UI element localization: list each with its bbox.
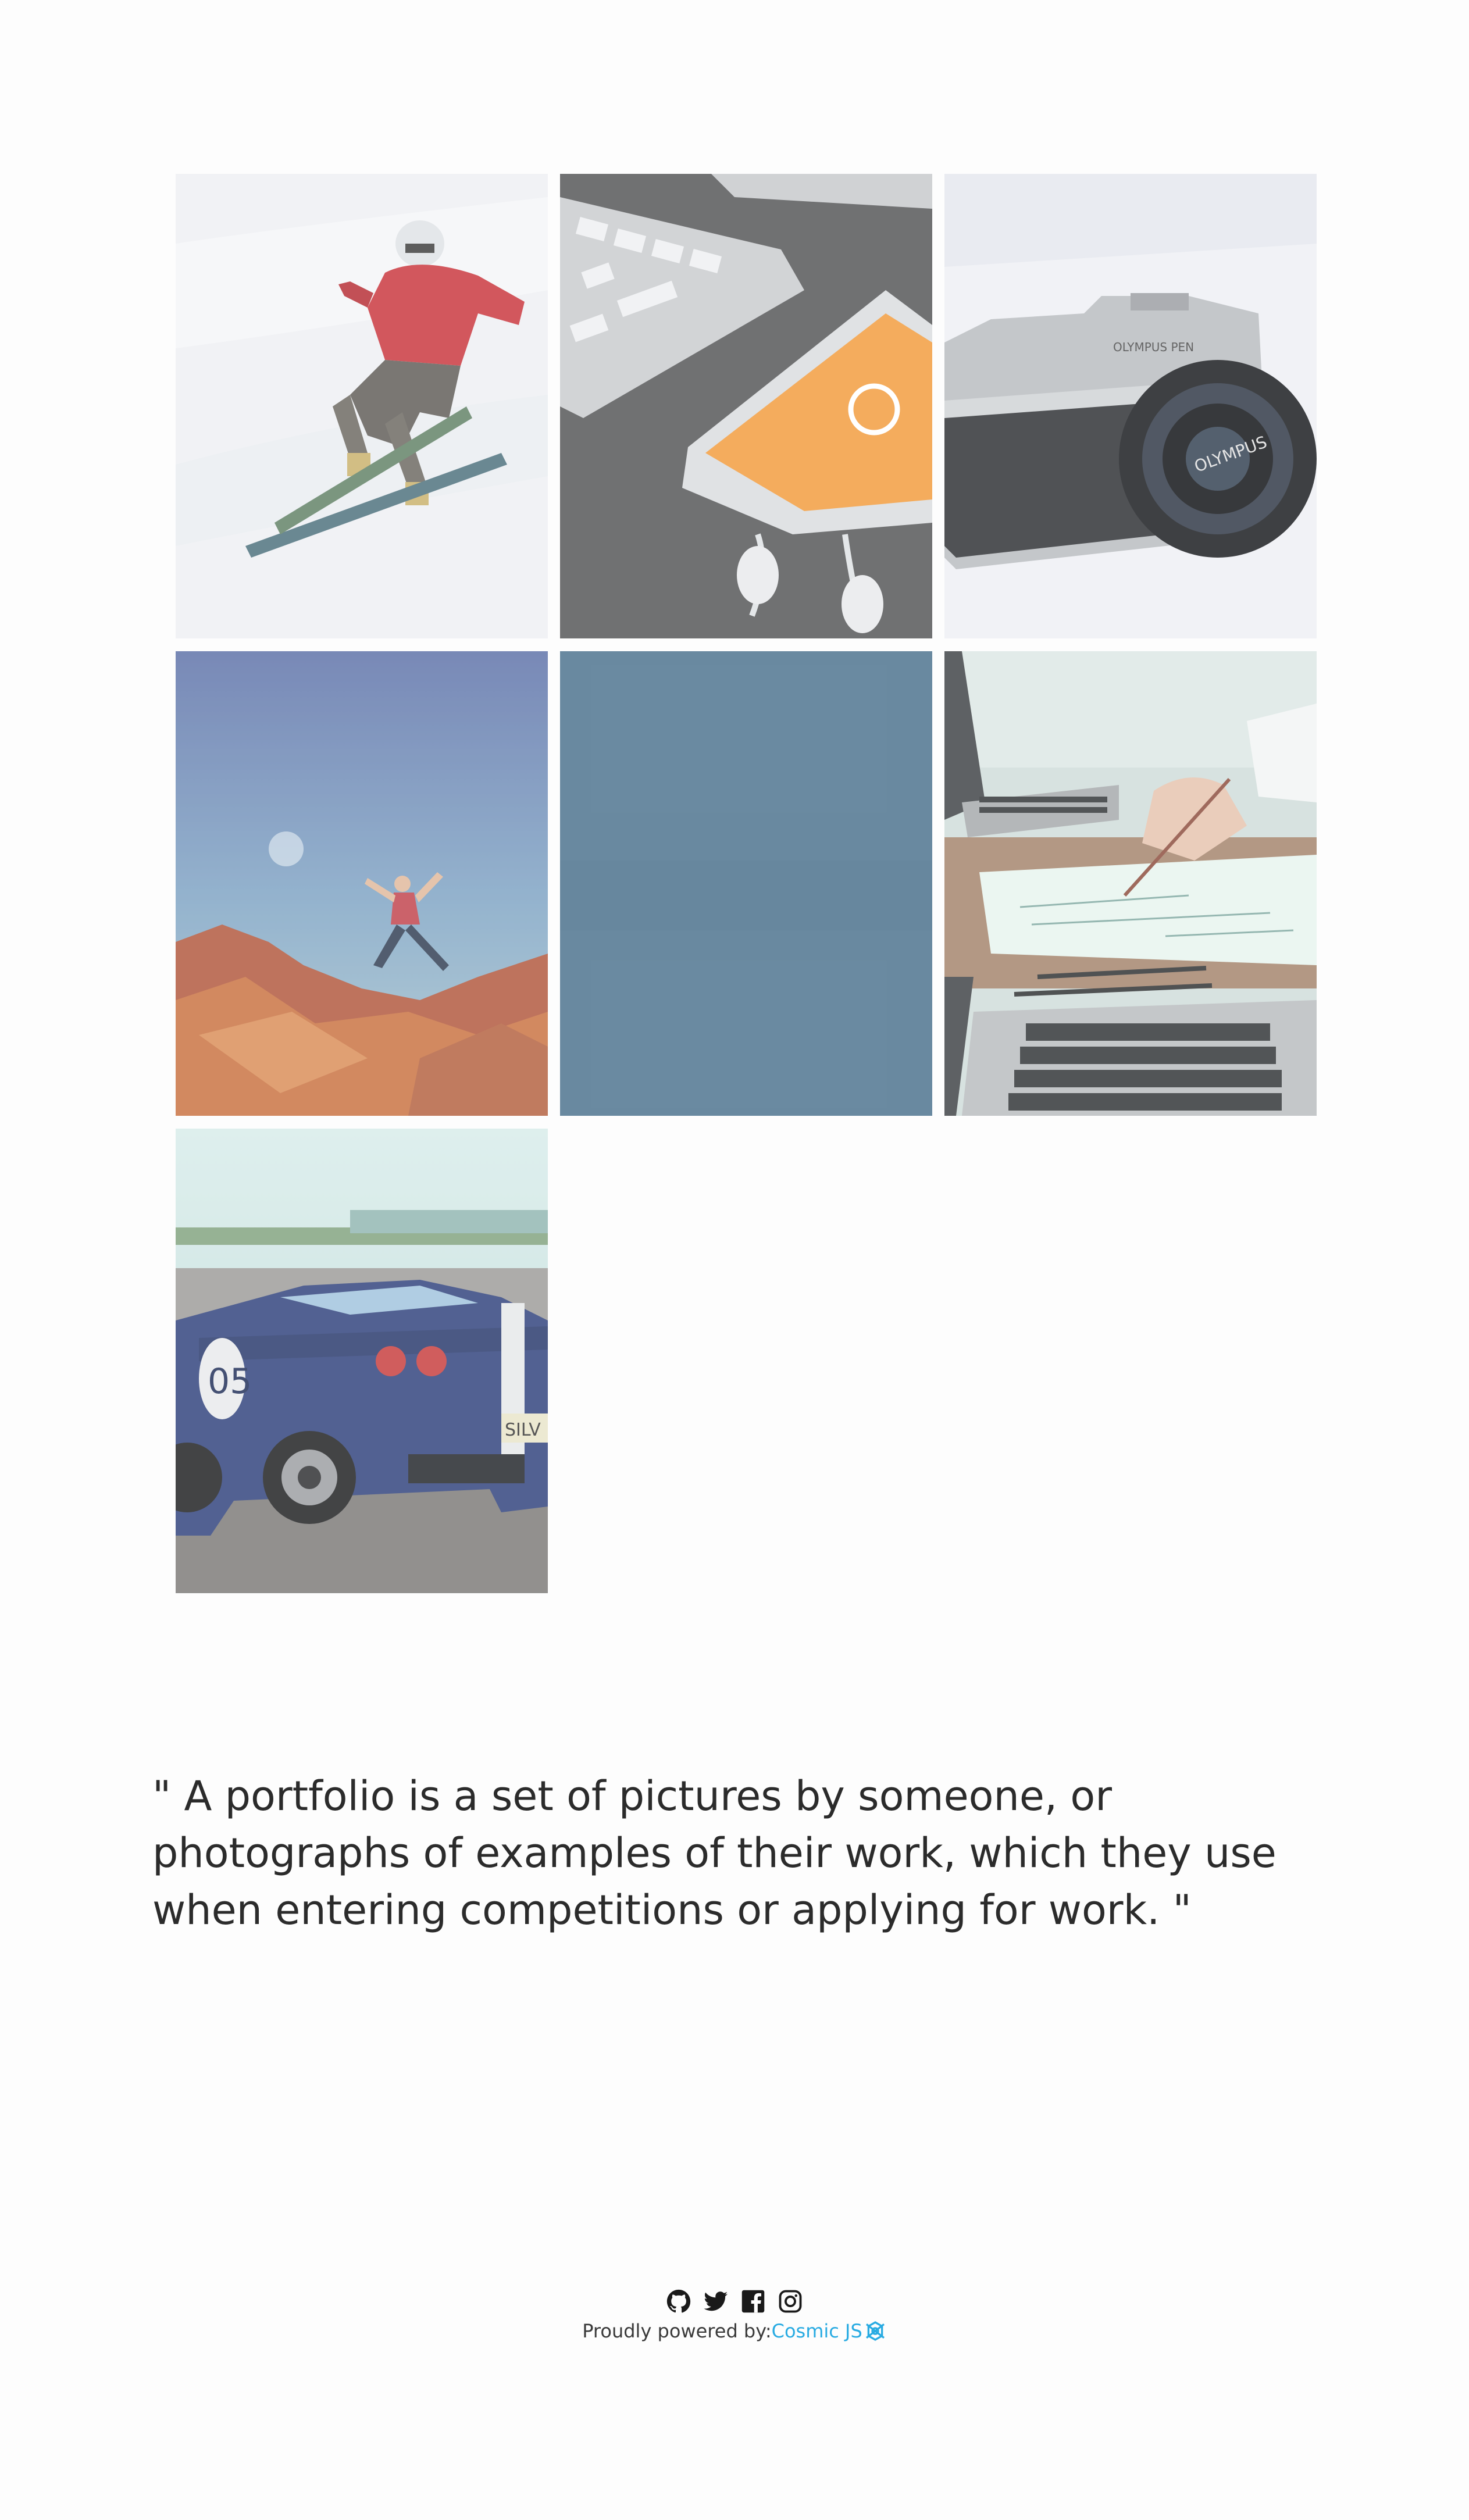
gallery-item-car[interactable]: SILV 05: [176, 1129, 548, 1593]
cosmic-js-logo-icon: [865, 2321, 885, 2341]
facebook-icon: [741, 2290, 765, 2313]
gallery-item-skier[interactable]: [176, 174, 548, 638]
laptop-writing-photo: [944, 651, 1317, 1116]
rock-jumper-photo: [176, 651, 548, 1116]
svg-text:05: 05: [208, 1361, 252, 1402]
gallery-item-phone[interactable]: [560, 174, 932, 638]
camera-photo: OLYMPUS OLYMPUS PEN: [944, 174, 1317, 638]
portfolio-page: OLYMPUS OLYMPUS PEN SILV 05 " A portfoli…: [0, 0, 1469, 2520]
svg-text:OLYMPUS PEN: OLYMPUS PEN: [1113, 340, 1194, 354]
github-icon: [666, 2289, 691, 2313]
instagram-icon: [779, 2290, 802, 2313]
gallery-item-jumper[interactable]: [176, 651, 548, 1116]
instagram-link[interactable]: [778, 2289, 803, 2314]
cosmic-js-link[interactable]: Cosmic JS: [772, 2320, 862, 2342]
site-footer: Proudly powered by: Cosmic JS: [0, 2288, 1469, 2343]
gallery-item-blue[interactable]: [560, 651, 932, 1116]
powered-by-label: Proudly powered by:: [582, 2320, 772, 2342]
phone-keyboard-photo: [560, 174, 932, 638]
portfolio-quote: " A portfolio is a set of pictures by so…: [152, 1772, 1277, 1934]
skier-photo: [176, 174, 548, 638]
gallery-item-camera[interactable]: OLYMPUS OLYMPUS PEN: [944, 174, 1317, 638]
social-links: [0, 2288, 1469, 2315]
twitter-link[interactable]: [704, 2289, 728, 2314]
github-link[interactable]: [666, 2289, 691, 2314]
facebook-link[interactable]: [741, 2289, 765, 2314]
svg-text:SILV: SILV: [505, 1420, 541, 1440]
powered-by: Proudly powered by: Cosmic JS: [582, 2319, 887, 2343]
sports-car-photo: SILV 05: [176, 1129, 548, 1593]
twitter-icon: [704, 2291, 728, 2311]
gallery-item-laptop[interactable]: [944, 651, 1317, 1116]
blue-blank-photo: [560, 651, 932, 1116]
